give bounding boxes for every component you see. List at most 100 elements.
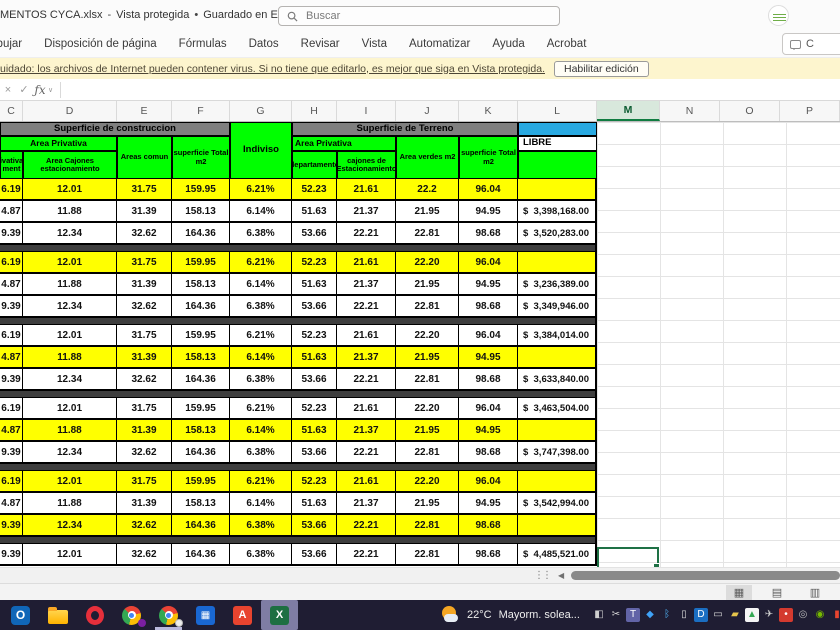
grid-cell[interactable]: 9.39 — [0, 296, 23, 316]
grid-cell[interactable]: 94.95 — [459, 201, 518, 221]
grid-cell[interactable]: 52.23 — [292, 252, 337, 272]
grid-cell[interactable]: 21.95 — [396, 347, 459, 367]
grid-cell[interactable]: 98.68 — [459, 296, 518, 316]
grid-cell[interactable]: 164.36 — [172, 515, 230, 535]
grid-cell-price[interactable]: $3,520,283.00 — [518, 223, 597, 243]
grid-cell[interactable]: 53.66 — [292, 544, 337, 564]
grid-cell[interactable]: 158.13 — [172, 274, 230, 294]
chrome-icon[interactable] — [113, 600, 150, 630]
column-header-K[interactable]: K — [459, 101, 518, 121]
grid-cell-price[interactable]: $3,542,994.00 — [518, 493, 597, 513]
grid-cell[interactable]: 12.01 — [23, 471, 117, 491]
column-header-N[interactable]: N — [660, 101, 720, 121]
grid-cell-price[interactable] — [518, 347, 597, 367]
grid-cell[interactable]: 22.21 — [337, 369, 396, 389]
grid-cell[interactable]: 159.95 — [172, 179, 230, 199]
grid-cell[interactable]: 94.95 — [459, 347, 518, 367]
grid-cell[interactable]: 51.63 — [292, 274, 337, 294]
grid-cell[interactable]: 98.68 — [459, 369, 518, 389]
grid-cell-price[interactable]: $3,463,504.00 — [518, 398, 597, 418]
header-indiviso[interactable]: Indiviso — [230, 122, 292, 179]
grid-cell[interactable]: 31.75 — [117, 325, 172, 345]
ribbon-tab-revisar[interactable]: Revisar — [301, 38, 340, 50]
grid-cell[interactable]: 21.37 — [337, 493, 396, 513]
grid-cell[interactable]: 22.21 — [337, 544, 396, 564]
grid-cell[interactable]: 164.36 — [172, 369, 230, 389]
grid-cell[interactable]: 22.81 — [396, 223, 459, 243]
column-header-F[interactable]: F — [172, 101, 230, 121]
grid-cell[interactable]: 12.34 — [23, 223, 117, 243]
ribbon-tab-ayuda[interactable]: Ayuda — [492, 38, 524, 50]
tray-eye-icon[interactable]: ◎ — [796, 608, 810, 622]
column-header-L[interactable]: L — [518, 101, 597, 121]
header-libre[interactable]: LIBRE — [518, 136, 597, 151]
grid-cell[interactable]: 53.66 — [292, 442, 337, 462]
grid-cell[interactable]: 6.19 — [0, 325, 23, 345]
grid-cell[interactable]: 164.36 — [172, 544, 230, 564]
ribbon-tab-vista[interactable]: Vista — [362, 38, 387, 50]
grid-cell[interactable]: 6.38% — [230, 296, 292, 316]
grid-cell[interactable]: 6.14% — [230, 420, 292, 440]
enable-editing-button[interactable]: Habilitar edición — [554, 61, 649, 77]
grid-cell[interactable]: 6.21% — [230, 179, 292, 199]
grid-cell[interactable]: 22.20 — [396, 471, 459, 491]
grid-cell[interactable]: 52.23 — [292, 325, 337, 345]
grid-cell[interactable]: 96.04 — [459, 252, 518, 272]
ribbon-tab-f-rmulas[interactable]: Fórmulas — [179, 38, 227, 50]
grid-cell[interactable]: 6.38% — [230, 223, 292, 243]
grid-cell[interactable]: 11.88 — [23, 347, 117, 367]
grid-cell[interactable]: 12.34 — [23, 442, 117, 462]
tray-security-icon[interactable]: • — [779, 608, 793, 622]
grid-cell[interactable]: 12.01 — [23, 398, 117, 418]
grid-cell[interactable]: 11.88 — [23, 420, 117, 440]
grid-cell[interactable]: 164.36 — [172, 296, 230, 316]
grid-cell[interactable]: 6.14% — [230, 493, 292, 513]
grid-cell[interactable]: 22.81 — [396, 296, 459, 316]
grid-cell[interactable]: 21.61 — [337, 179, 396, 199]
grid-cell[interactable]: 22.81 — [396, 544, 459, 564]
grid-cell-price[interactable]: $3,384,014.00 — [518, 325, 597, 345]
weather-widget[interactable]: 22°C Mayorm. solea... — [440, 600, 580, 630]
grid-cell[interactable]: 22.21 — [337, 442, 396, 462]
grid-cell[interactable]: 6.21% — [230, 398, 292, 418]
grid-cell[interactable]: 31.39 — [117, 420, 172, 440]
tray-teams-icon[interactable]: T — [626, 608, 640, 622]
grid-cell[interactable]: 31.39 — [117, 274, 172, 294]
grid-cell[interactable]: 94.95 — [459, 493, 518, 513]
grid-cell[interactable]: 32.62 — [117, 223, 172, 243]
column-header-E[interactable]: E — [117, 101, 172, 121]
ribbon-tab-datos[interactable]: Datos — [249, 38, 279, 50]
header-superficie-total-construccion[interactable]: superficie Total m2 — [172, 136, 230, 179]
tray-edge-icon[interactable]: D — [694, 608, 708, 622]
tray-snip-icon[interactable]: ✂ — [609, 608, 623, 622]
grid-cell[interactable]: 22.81 — [396, 442, 459, 462]
grid-cell[interactable]: 159.95 — [172, 325, 230, 345]
grid-cell[interactable]: 98.68 — [459, 442, 518, 462]
grid-cell[interactable]: 4.87 — [0, 493, 23, 513]
grid-cell[interactable]: 98.68 — [459, 223, 518, 243]
grid-cell-price[interactable]: $3,633,840.00 — [518, 369, 597, 389]
grid-cell[interactable]: 32.62 — [117, 544, 172, 564]
grid-cell[interactable]: 96.04 — [459, 398, 518, 418]
cancel-icon[interactable]: × — [0, 84, 16, 96]
grid-cell[interactable]: 31.39 — [117, 201, 172, 221]
normal-view-icon[interactable]: ▦ — [726, 585, 752, 600]
grid-cell[interactable]: 21.37 — [337, 420, 396, 440]
grid-cell-price[interactable]: $3,398,168.00 — [518, 201, 597, 221]
grid-cell-price[interactable] — [518, 252, 597, 272]
grid-cell[interactable]: 6.38% — [230, 515, 292, 535]
ribbon-tab-automatizar[interactable]: Automatizar — [409, 38, 470, 50]
grid-cell-price[interactable] — [518, 420, 597, 440]
page-break-view-icon[interactable]: ▥ — [802, 585, 828, 600]
grid-cell[interactable]: 12.34 — [23, 369, 117, 389]
grid-cell-price[interactable]: $3,349,946.00 — [518, 296, 597, 316]
header-col-c-clipped[interactable]: ivativa ment — [0, 151, 23, 179]
grid-cell[interactable]: 12.34 — [23, 296, 117, 316]
grid-cell[interactable]: 11.88 — [23, 274, 117, 294]
grid-cell[interactable]: 21.61 — [337, 325, 396, 345]
grid-cell[interactable]: 21.37 — [337, 201, 396, 221]
grid-cell[interactable]: 9.39 — [0, 223, 23, 243]
grid-cell[interactable]: 6.14% — [230, 347, 292, 367]
grid-cell[interactable]: 159.95 — [172, 252, 230, 272]
tray-bluetooth-icon[interactable]: ᛒ — [660, 608, 674, 622]
